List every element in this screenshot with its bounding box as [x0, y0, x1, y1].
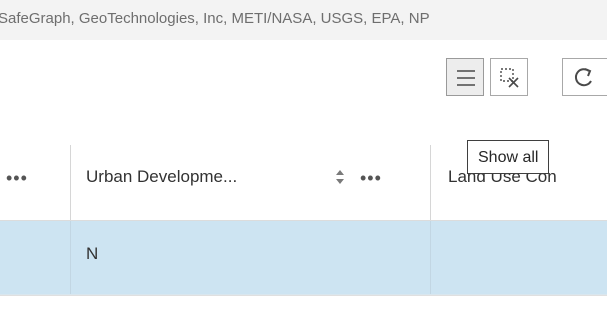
refresh-icon — [574, 68, 592, 87]
show-all-button[interactable] — [490, 58, 528, 96]
column-divider — [430, 221, 431, 294]
attribution-text: SafeGraph, GeoTechnologies, Inc, METI/NA… — [0, 10, 430, 27]
refresh-button[interactable] — [562, 58, 607, 96]
column-header-urban-development[interactable]: Urban Developme... — [86, 145, 237, 220]
column-divider[interactable] — [430, 145, 431, 220]
column-menu-button[interactable]: ••• — [360, 169, 382, 187]
column-menu-button[interactable]: ••• — [6, 169, 28, 187]
table-cell[interactable]: N — [86, 221, 98, 294]
clear-selection-icon — [500, 68, 519, 88]
map-attribution-bar: SafeGraph, GeoTechnologies, Inc, METI/NA… — [0, 0, 607, 41]
column-divider — [70, 221, 71, 294]
tooltip: Show all — [467, 140, 550, 174]
sort-icon[interactable] — [335, 169, 345, 185]
hamburger-menu-icon — [457, 70, 475, 86]
table-menu-button[interactable] — [446, 58, 484, 96]
table-empty-area — [0, 295, 607, 319]
table-row[interactable]: N — [0, 221, 607, 295]
column-divider[interactable] — [70, 145, 71, 220]
